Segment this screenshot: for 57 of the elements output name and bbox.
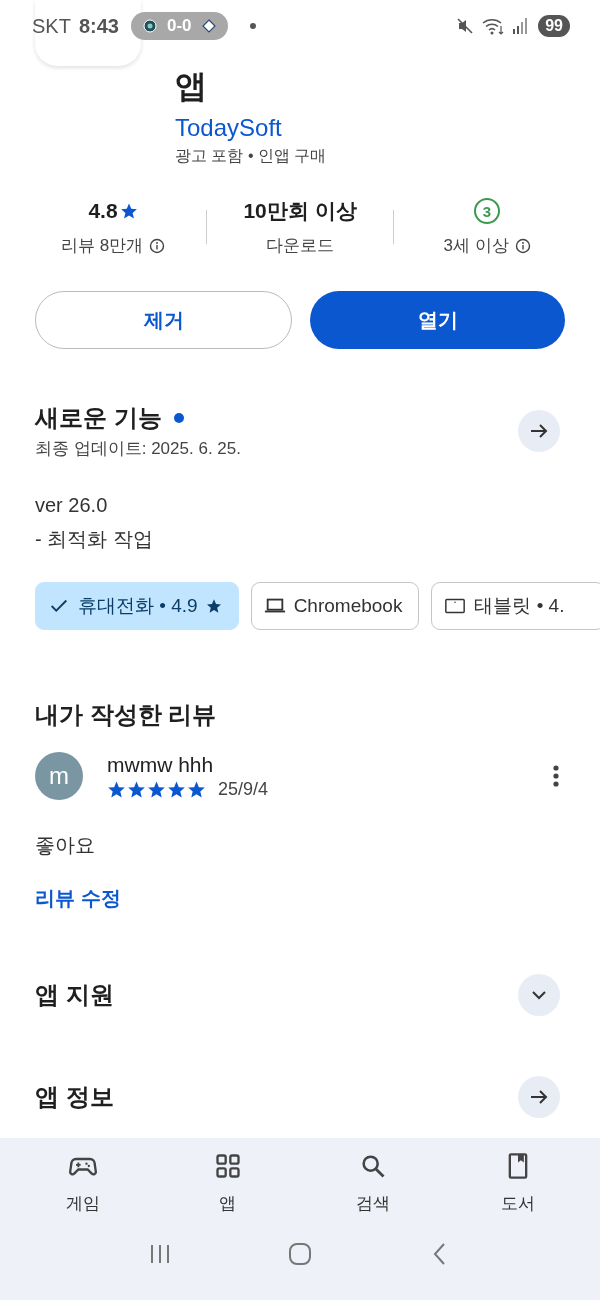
wifi-icon [482, 17, 505, 35]
expand-button[interactable] [518, 974, 560, 1016]
more-icon[interactable] [552, 764, 560, 788]
arrow-button[interactable] [518, 1076, 560, 1118]
star-icon [167, 779, 186, 799]
release-note: ver 26.0 [35, 493, 109, 518]
section-title: 내가 작성한 리뷰 [34, 700, 218, 730]
device-chip[interactable]: 태블릿 • 4. [431, 582, 600, 630]
info-icon[interactable] [149, 237, 166, 254]
app-icon [35, 0, 141, 66]
battery-level: 99 [538, 15, 570, 37]
nav-tab[interactable]: 앱 [187, 1152, 268, 1215]
uninstall-button[interactable]: 제거 [35, 291, 292, 349]
release-note: - 최적화 작업 [35, 527, 154, 552]
age-rating-badge: 3 [474, 198, 500, 224]
arrow-button[interactable] [518, 409, 560, 452]
nav-tab[interactable]: 검색 [332, 1152, 413, 1215]
open-button[interactable]: 열기 [310, 291, 565, 349]
info-icon[interactable] [514, 237, 531, 254]
nav-tab[interactable]: 도서 [477, 1152, 558, 1215]
developer-link[interactable]: TodaySoft [175, 112, 282, 144]
stat-label: 리뷰 8만개 [60, 235, 144, 257]
team-logo-icon [201, 19, 216, 33]
score-chip: 0-0 [130, 12, 228, 40]
device-chip[interactable]: 휴대전화 • 4.9 [35, 582, 239, 630]
review-text: 좋아요 [34, 833, 96, 858]
chip-label: 태블릿 • 4. [474, 594, 565, 618]
star-icon [119, 202, 138, 220]
reviewer-name: mwmw hhh [107, 752, 215, 777]
section-title: 앱 정보 [35, 1082, 114, 1112]
star-icon [187, 779, 206, 799]
star-icon [147, 779, 166, 799]
star-icon [127, 779, 146, 799]
avatar: m [35, 752, 83, 800]
review-date: 25/9/4 [218, 778, 269, 800]
app-notes: 광고 포함 • 인앱 구매 [175, 146, 327, 166]
notification-dot-icon [249, 23, 256, 29]
grid-icon [213, 1152, 242, 1180]
device-chip[interactable]: Chromebook [250, 582, 420, 630]
star-icon [107, 779, 126, 799]
stat-value: 4.8 [88, 199, 118, 223]
edit-review-link[interactable]: 리뷰 수정 [35, 885, 121, 912]
mute-icon [456, 17, 475, 35]
stat-value: 10만회 이상 [243, 198, 357, 224]
stat-label: 다운로드 [266, 235, 334, 257]
section-title: 새로운 기능 [35, 403, 162, 433]
home-icon[interactable] [287, 1241, 313, 1267]
chip-label: 휴대전화 • 4.9 [78, 594, 198, 618]
team-logo-icon [142, 19, 157, 33]
status-time: 8:43 [78, 14, 119, 38]
nav-tab[interactable]: 게임 [42, 1152, 123, 1215]
chip-label: Chromebook [293, 595, 403, 617]
carrier-label: SKT [32, 14, 71, 38]
update-date: 최종 업데이트: 2025. 6. 25. [35, 438, 241, 460]
section-title: 앱 지원 [35, 980, 114, 1010]
stat-label: 3세 이상 [443, 235, 509, 257]
app-title: 앱 [175, 67, 207, 106]
